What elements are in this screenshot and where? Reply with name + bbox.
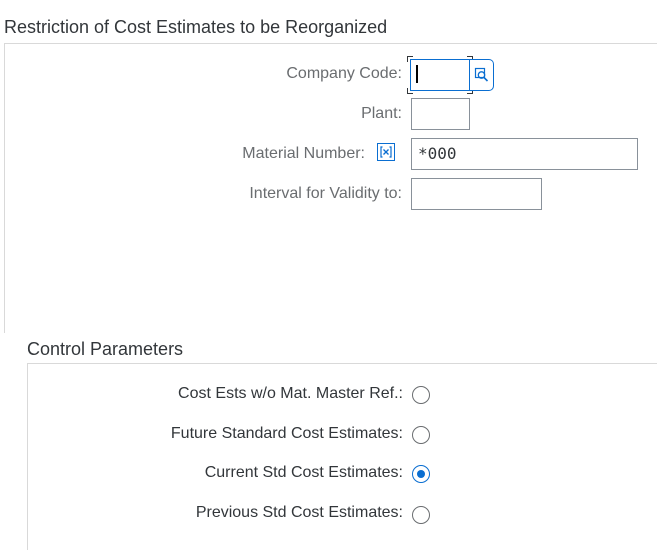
restriction-section-title: Restriction of Cost Estimates to be Reor… [4, 17, 388, 37]
company-code-label: Company Code: [286, 65, 402, 82]
plant-input[interactable] [411, 98, 470, 130]
radio-label-future-standard: Future Standard Cost Estimates: [170, 425, 403, 442]
plant-label: Plant: [361, 105, 402, 122]
material-number-input[interactable]: *000 [411, 138, 638, 170]
radio-label-current-standard: Current Std Cost Estimates: [204, 464, 403, 481]
radio-label-no-material-master: Cost Ests w/o Mat. Master Ref.: [178, 385, 403, 402]
validity-interval-label: Interval for Validity to: [249, 185, 402, 202]
radio-previous-standard[interactable] [412, 506, 430, 524]
text-cursor [416, 65, 418, 83]
multiple-selection-icon[interactable] [377, 143, 395, 161]
radio-no-material-master[interactable] [412, 386, 430, 404]
search-icon [474, 67, 488, 82]
validity-interval-input[interactable] [411, 178, 542, 210]
company-code-focus-frame [407, 56, 473, 94]
radio-future-standard[interactable] [412, 426, 430, 444]
reorganize-cost-estimates-screen: Restriction of Cost Estimates to be Reor… [0, 0, 657, 550]
radio-label-previous-standard: Previous Std Cost Estimates: [195, 504, 403, 521]
radio-current-standard[interactable] [412, 465, 430, 483]
material-number-label: Material Number: [242, 145, 365, 162]
control-parameters-title: Control Parameters [27, 339, 184, 359]
company-code-value-help-button[interactable] [470, 59, 494, 91]
